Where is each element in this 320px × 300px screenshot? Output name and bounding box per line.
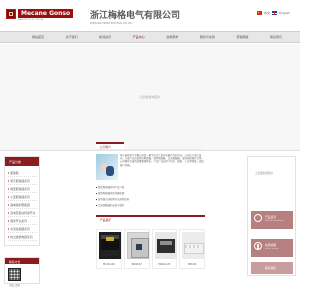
nav-about[interactable]: 关于我们	[66, 35, 78, 39]
brand-name: Mecane Gonso	[18, 9, 74, 18]
product-card[interactable]: MC1N-100	[96, 229, 122, 269]
document-icon	[254, 214, 262, 222]
arrow-right-icon	[8, 211, 9, 214]
qr-code-icon	[8, 268, 21, 281]
product-name: MGSE-63	[131, 263, 142, 266]
right-hint: 无此数据或图片	[255, 172, 274, 175]
product-name: MC1N-100	[103, 263, 115, 266]
banner-hint: 无此数据或图片	[139, 95, 161, 99]
product-card[interactable]: MGSE-63	[123, 229, 150, 269]
arrow-right-icon	[8, 235, 9, 238]
product-image	[126, 232, 149, 259]
divider	[96, 149, 205, 150]
main-nav: 网站首页 关于我们 新闻资讯 产品中心 资质荣誉 服务与支持 营销网络 联系我们	[0, 31, 300, 43]
arrow-right-icon	[8, 179, 9, 182]
news-link[interactable]: 交流接触器的安装与维护	[96, 202, 205, 208]
language-cn[interactable]: 中文	[264, 11, 270, 15]
product-category-sidebar: 产品分类 断路器 塑壳断路器系列 微型断路器系列 小型断路器系列 漏电保护断路器…	[4, 156, 40, 246]
arrow-right-icon	[8, 187, 9, 190]
download-title: 产品目录	[265, 215, 277, 219]
sidebar-item[interactable]: 断路器	[8, 169, 37, 177]
right-sidebar: 无此数据或图片 产品目录 PDF File Download 在线客服 onli…	[247, 156, 296, 276]
intro-text: 浙江梅格电气有限公司是一家专业生产低压电器产品的企业。公司位于浙江温州，主要产品…	[120, 154, 204, 167]
news-list: 塑壳断路器系列产品介绍 微型断路器常见问题处理 双电源自动转换开关选型指南 交流…	[96, 184, 205, 208]
nav-news[interactable]: 新闻资讯	[99, 35, 111, 39]
brand-subtitle: MANGIN ELECTRICAL	[18, 19, 45, 21]
product-image	[154, 232, 177, 259]
sidebar-item[interactable]: 热过载继电器系列	[8, 233, 37, 241]
sidebar-item[interactable]: 小型断路器系列	[8, 193, 37, 201]
logo-mark-icon	[6, 9, 16, 19]
nav-honors[interactable]: 资质荣誉	[166, 35, 178, 39]
intro-photo	[96, 154, 118, 180]
product-gallery: MC1N-100 MGSE-63 MGDA-125 MG5-63	[96, 229, 205, 269]
contact-card: 联系方式 扫描二维码	[4, 257, 40, 287]
language-switcher[interactable]: 中文 English	[257, 11, 290, 15]
sidebar-item[interactable]: 双电源自动转换开关	[8, 209, 37, 217]
arrow-right-icon	[8, 203, 9, 206]
company-name-en: ZHEJIANG MEIGE ELECTRIC CO.,LTD	[90, 22, 133, 25]
arrow-right-icon	[8, 171, 9, 174]
company-name: 浙江梅格电气有限公司 ZHEJIANG MEIGE ELECTRIC CO.,L…	[90, 8, 190, 25]
nav-contact[interactable]: 联系我们	[270, 35, 282, 39]
sidebar-title: 产品分类	[5, 157, 39, 166]
contact-box-title: 联系我们	[265, 266, 277, 270]
uk-flag-icon	[272, 11, 278, 15]
hero-banner: 无此数据或图片	[0, 44, 300, 151]
nav-home[interactable]: 网站首页	[32, 35, 44, 39]
arrow-right-icon	[8, 227, 9, 230]
online-service-subtitle: online service	[265, 248, 279, 250]
products-tab[interactable]: 产品展示	[96, 215, 205, 223]
sidebar-item[interactable]: 漏电保护断路器	[8, 201, 37, 209]
nav-network[interactable]: 营销网络	[236, 35, 248, 39]
nav-products[interactable]: 产品中心	[133, 35, 145, 39]
company-name-cn: 浙江梅格电气有限公司	[90, 11, 181, 21]
product-name: MG5-63	[187, 263, 197, 266]
microphone-icon	[254, 242, 262, 250]
company-intro-tab[interactable]: 公司简介	[96, 142, 124, 149]
contact-title: 联系方式	[5, 258, 39, 264]
product-card[interactable]: MG5-63	[179, 229, 205, 269]
sidebar-item[interactable]: 交流接触器系列	[8, 225, 37, 233]
arrow-right-icon	[8, 195, 9, 198]
product-image	[99, 232, 121, 259]
sidebar-item[interactable]: 隔离开关系列	[8, 217, 37, 225]
product-image	[182, 232, 205, 259]
online-service-title: 在线客服	[265, 243, 277, 247]
download-box[interactable]: 产品目录 PDF File Download	[251, 211, 293, 229]
china-flag-icon	[257, 11, 263, 15]
contact-box[interactable]: 联系我们	[251, 262, 293, 274]
sidebar-item[interactable]: 微型断路器系列	[8, 185, 37, 193]
arrow-right-icon	[8, 219, 9, 222]
product-name: MGDA-125	[158, 263, 171, 266]
brand-logo: Mecane Gonso MANGIN ELECTRICAL	[6, 9, 90, 25]
main-content: 公司简介 浙江梅格电气有限公司是一家专业生产低压电器产品的企业。公司位于浙江温州…	[96, 142, 205, 277]
download-subtitle: PDF File Download	[265, 220, 284, 222]
header: Mecane Gonso MANGIN ELECTRICAL 浙江梅格电气有限公…	[0, 0, 300, 30]
product-card[interactable]: MGDA-125	[151, 229, 178, 269]
language-en[interactable]: English	[279, 11, 290, 15]
sidebar-item[interactable]: 塑壳断路器系列	[8, 177, 37, 185]
nav-support[interactable]: 服务与支持	[200, 35, 215, 39]
qr-label: 扫描二维码	[9, 284, 20, 287]
online-service-box[interactable]: 在线客服 online service	[251, 239, 293, 257]
category-list: 断路器 塑壳断路器系列 微型断路器系列 小型断路器系列 漏电保护断路器 双电源自…	[8, 169, 37, 241]
